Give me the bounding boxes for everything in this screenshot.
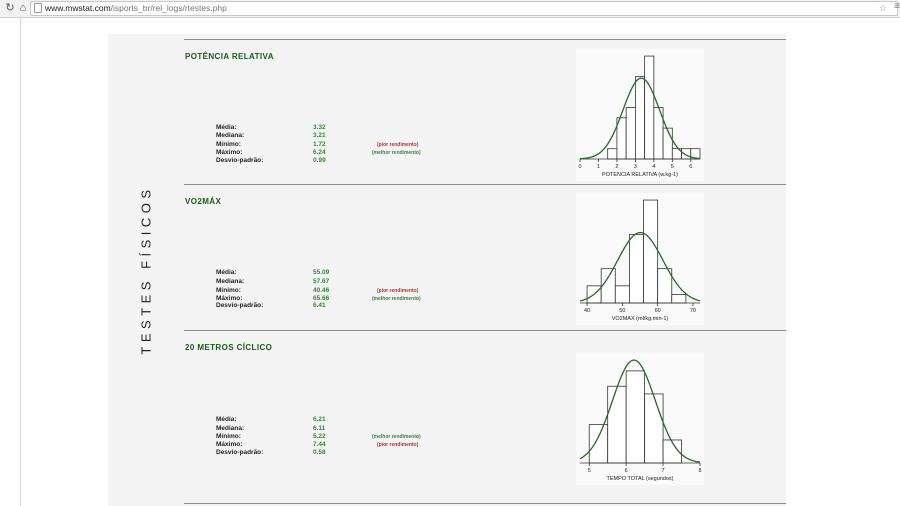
x-tick-label: 7 — [662, 468, 665, 474]
stat-label-media: Média: — [216, 124, 237, 131]
x-tick-label: 2 — [615, 164, 618, 170]
note-maximo: (pior rendimento) — [377, 442, 419, 448]
note-maximo: (melhor rendimento) — [372, 296, 421, 302]
section-divider — [184, 330, 786, 331]
histogram-bar — [625, 107, 636, 160]
x-axis-label: VO2MAX (ml/kg.min-1) — [612, 316, 669, 322]
section-divider — [184, 184, 786, 185]
note-minimo: (pior rendimento) — [377, 288, 419, 294]
x-axis-label: TEMPO TOTAL (segundos) — [606, 476, 673, 482]
x-tick-label: 1 — [597, 164, 600, 170]
stat-label-minimo: Mínimo: — [216, 141, 241, 148]
url-text[interactable]: www.mwstat.com/isports_br/rel_logs/rtest… — [45, 2, 227, 15]
url-path: /isports_br/rel_logs/rtestes.php — [110, 3, 227, 13]
histogram-bar — [607, 148, 618, 160]
histogram-bar — [662, 127, 673, 160]
x-axis-label: POTENCIA RELATIVA (w.kg-1) — [602, 172, 678, 178]
stat-value-desvio: 0.99 — [313, 157, 326, 164]
histogram-20m: 5 6 7 8 TEMPO TOTAL (segundos) — [576, 353, 704, 485]
section-title-20m: 20 METROS CÍCLICO — [185, 343, 273, 352]
stat-value-desvio: 6.41 — [313, 302, 326, 309]
menu-icon[interactable]: ≡ — [894, 1, 900, 13]
histogram-svg-20m: 5 6 7 8 TEMPO TOTAL (segundos) — [579, 359, 702, 482]
stat-label-minimo: Mínimo: — [216, 433, 241, 440]
x-tick-label: 0 — [578, 164, 581, 170]
histogram-bar — [625, 370, 646, 464]
histogram-svg-potencia: 0 1 2 3 4 5 6 POTENCIA RELATIVA (w.kg-1) — [578, 55, 701, 178]
note-maximo: (melhor rendimento) — [372, 150, 421, 156]
stat-label-desvio: Desvio-padrão: — [216, 449, 264, 456]
histogram-bar — [644, 55, 655, 160]
x-tick-label: 5 — [588, 468, 591, 474]
section-title-vo2max: VO2MÁX — [185, 197, 222, 206]
histogram-bar — [600, 268, 616, 304]
vertical-title-area: TESTES FÍSICOS — [108, 34, 184, 506]
note-minimo: (pior rendimento) — [377, 142, 419, 148]
x-tick-label: 6 — [689, 164, 692, 170]
home-icon[interactable]: ⌂ — [16, 1, 30, 15]
x-tick-label: 70 — [690, 308, 696, 314]
stat-label-maximo: Máximo: — [216, 441, 243, 448]
page-left-border — [20, 18, 21, 506]
stat-value-media: 6.21 — [313, 416, 326, 423]
stat-label-minimo: Mínimo: — [216, 287, 241, 294]
x-tick-label: 40 — [584, 308, 590, 314]
stat-label-desvio: Desvio-padrão: — [216, 302, 264, 309]
histogram-bar — [614, 285, 630, 304]
stat-value-minimo: 1.72 — [313, 141, 326, 148]
histogram-bar — [681, 148, 692, 160]
histogram-potencia: 0 1 2 3 4 5 6 POTENCIA RELATIVA (w.kg-1) — [576, 49, 704, 181]
histogram-svg-vo2max: 40 50 60 70 VO2MAX (ml/kg.min-1) — [579, 199, 701, 322]
stat-label-mediana: Mediana: — [216, 132, 245, 139]
stat-value-maximo: 7.44 — [313, 441, 326, 448]
x-tick-label: 3 — [634, 164, 637, 170]
stat-label-media: Média: — [216, 269, 237, 276]
page-icon — [34, 3, 42, 13]
stat-label-desvio: Desvio-padrão: — [216, 157, 264, 164]
stat-label-media: Média: — [216, 416, 237, 423]
section-divider — [184, 39, 786, 40]
stat-label-maximo: Máximo: — [216, 149, 243, 156]
url-host: www.mwstat.com — [45, 3, 111, 13]
stat-value-media: 55.09 — [313, 269, 330, 276]
section-divider — [184, 503, 786, 504]
address-bar[interactable]: www.mwstat.com/isports_br/rel_logs/rtest… — [30, 1, 898, 16]
histogram-bar — [629, 233, 644, 304]
stat-value-minimo: 5.22 — [313, 433, 326, 440]
bookmark-star-icon[interactable]: ☆ — [879, 2, 887, 15]
histogram-bar — [634, 76, 646, 160]
note-minimo: (melhor rendimento) — [372, 434, 421, 440]
stat-value-minimo: 40.46 — [313, 287, 330, 294]
histogram-bar — [644, 393, 664, 464]
histogram-bar — [671, 294, 687, 304]
stat-value-desvio: 0.58 — [313, 449, 326, 456]
histogram-bar — [643, 199, 659, 304]
stat-value-mediana: 3.21 — [313, 132, 326, 139]
vertical-title: TESTES FÍSICOS — [138, 185, 154, 355]
stat-value-mediana: 6.11 — [313, 425, 326, 432]
stat-value-maximo: 6.24 — [313, 149, 326, 156]
x-tick-label: 60 — [655, 308, 661, 314]
histogram-vo2max: 40 50 60 70 VO2MAX (ml/kg.min-1) — [576, 193, 704, 325]
stat-label-mediana: Mediana: — [216, 278, 245, 285]
stat-value-mediana: 57.67 — [313, 278, 330, 285]
x-tick-label: 5 — [671, 164, 674, 170]
stat-value-media: 3.32 — [313, 124, 326, 131]
x-tick-label: 6 — [625, 468, 628, 474]
x-tick-label: 8 — [698, 468, 701, 474]
histogram-bar — [588, 424, 609, 464]
x-tick-label: 4 — [652, 164, 655, 170]
histogram-bar — [607, 385, 627, 464]
reload-icon[interactable]: ↻ — [3, 1, 17, 15]
section-title-potencia: POTÊNCIA RELATIVA — [185, 52, 274, 61]
x-tick-label: 50 — [619, 308, 625, 314]
stat-label-mediana: Mediana: — [216, 425, 245, 432]
browser-toolbar: ↻ ⌂ www.mwstat.com/isports_br/rel_logs/r… — [0, 0, 900, 18]
